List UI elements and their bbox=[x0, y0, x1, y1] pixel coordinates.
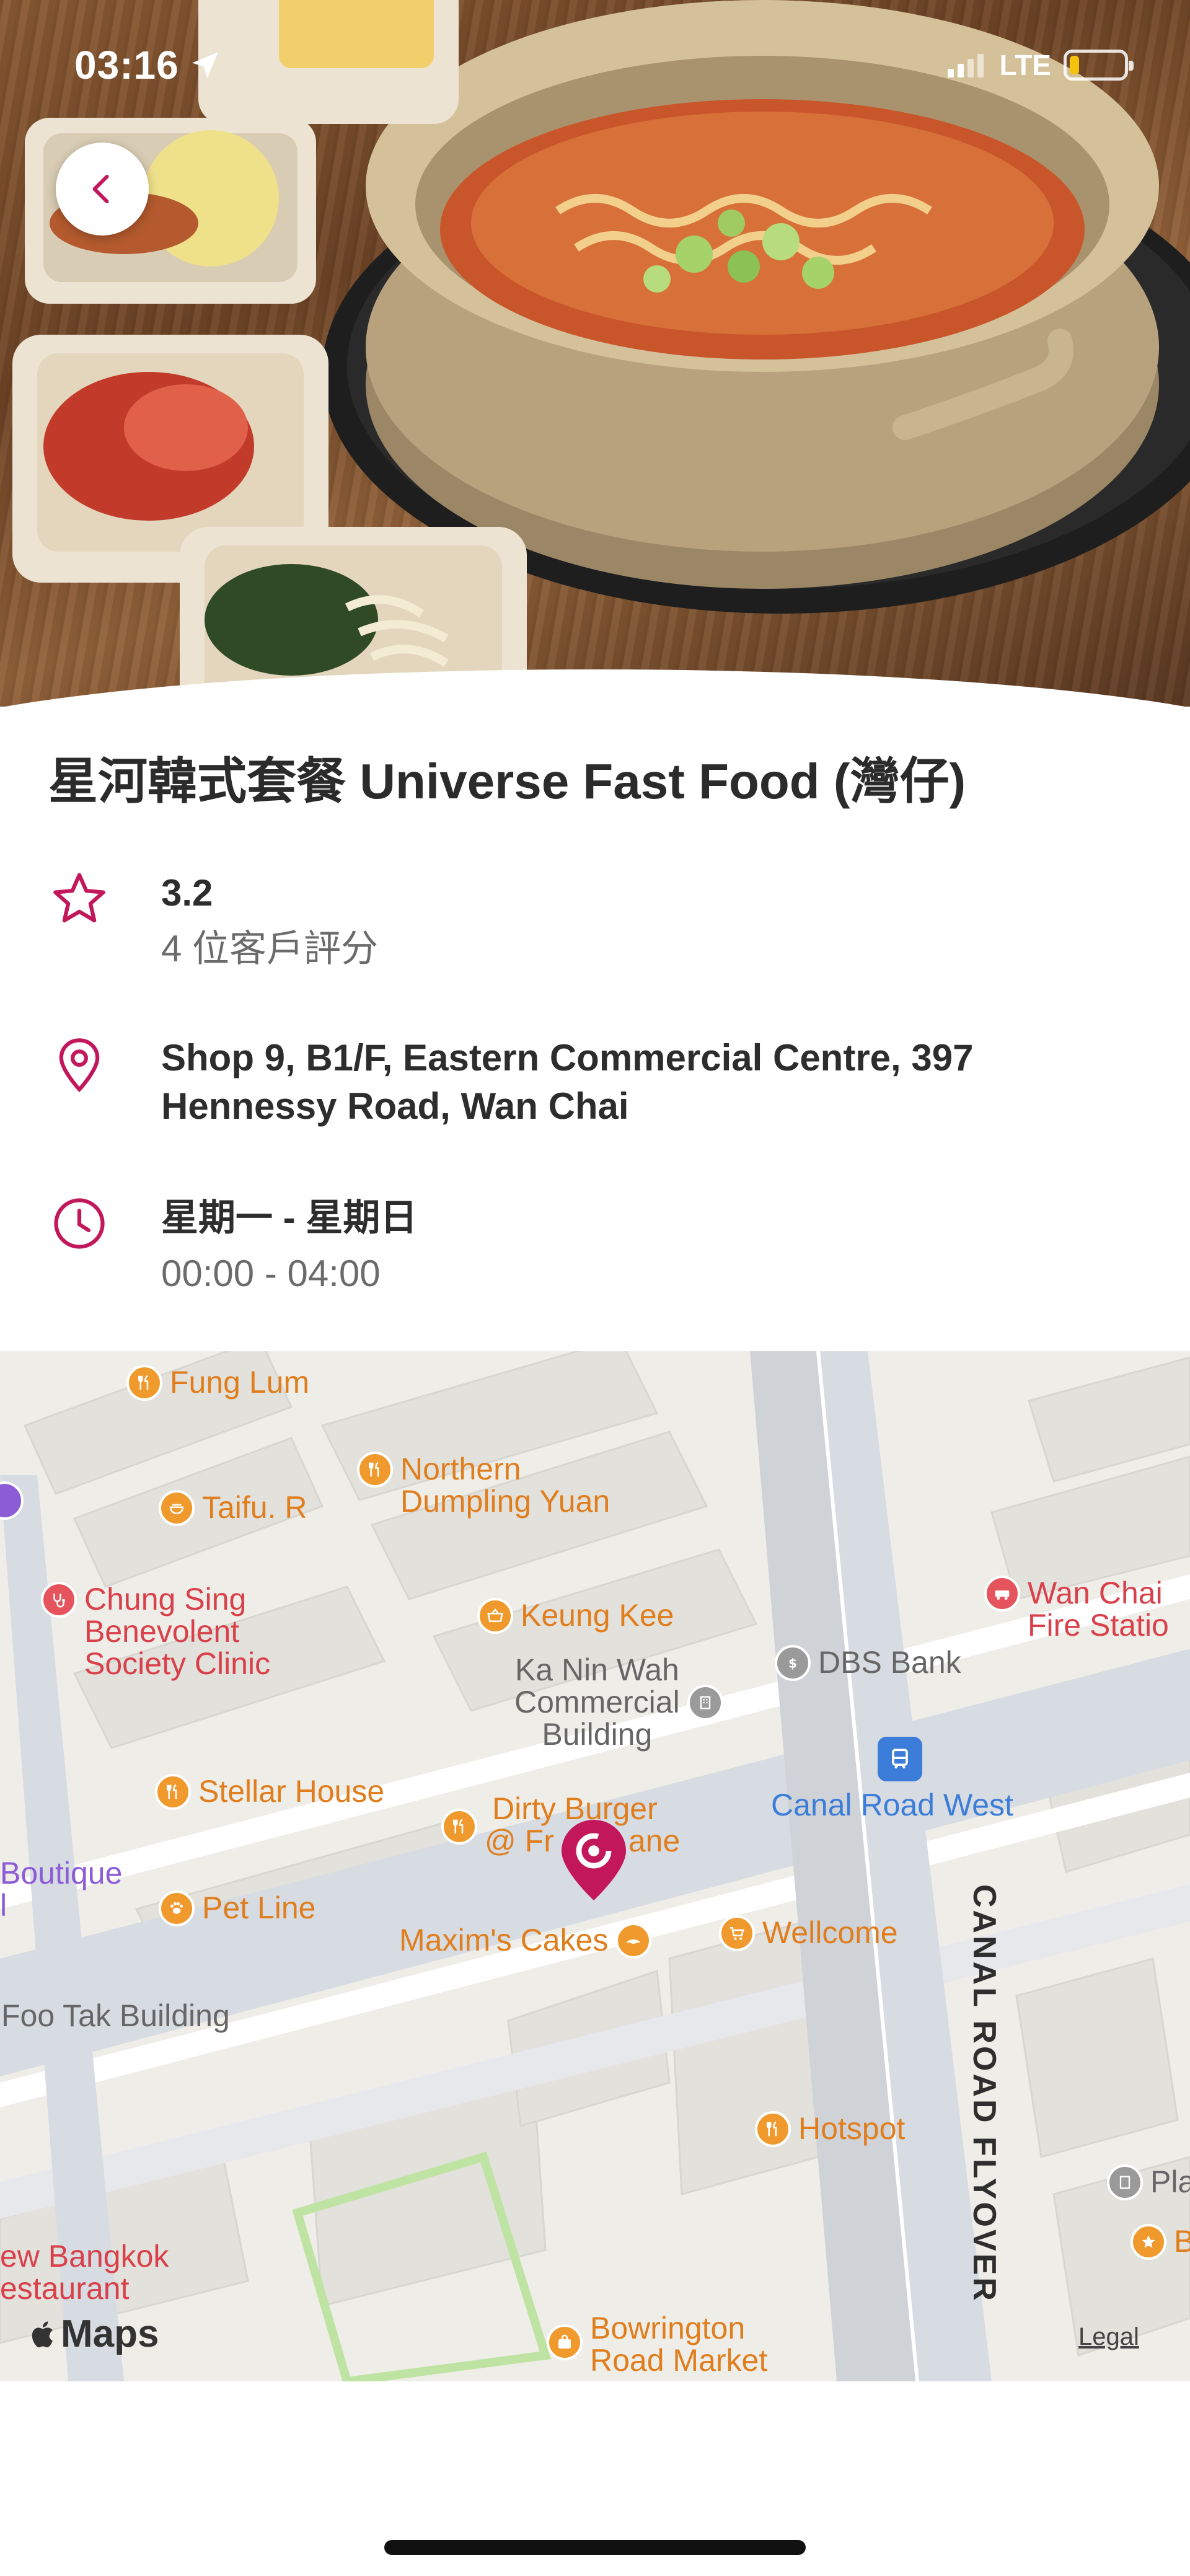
poi-pet-line[interactable]: Pet Line bbox=[159, 1890, 316, 1926]
network-type: LTE bbox=[999, 49, 1051, 81]
poi-stellar-house[interactable]: Stellar House bbox=[155, 1774, 385, 1810]
pet-paw-icon bbox=[159, 1890, 195, 1926]
poi-label: Hotspot bbox=[798, 2111, 906, 2146]
restaurant-fork-knife-icon bbox=[755, 2111, 791, 2147]
poi-label: Pet Line bbox=[202, 1890, 316, 1925]
status-bar-right: LTE bbox=[947, 37, 1134, 93]
poi-label: Commercial bbox=[514, 1685, 680, 1719]
star-place-icon bbox=[1130, 2224, 1166, 2260]
apple-maps-logo: Maps bbox=[29, 2312, 159, 2356]
poi-label: Canal Road West bbox=[771, 1788, 1013, 1822]
poi-label: Dumpling Yuan bbox=[400, 1484, 610, 1519]
poi-b-place[interactable]: B bbox=[1130, 2224, 1190, 2260]
poi-label: DBS Bank bbox=[818, 1645, 961, 1680]
poi-label: Building bbox=[542, 1717, 653, 1752]
poi-label: Road Market bbox=[590, 2343, 768, 2378]
stethoscope-icon bbox=[41, 1582, 77, 1618]
back-button[interactable] bbox=[56, 143, 149, 236]
poi-label: Stellar House bbox=[198, 1774, 385, 1809]
poi-label: Society Clinic bbox=[84, 1646, 271, 1681]
tram-stop-icon bbox=[878, 1737, 922, 1781]
poi-northern-dumpling-yuan[interactable]: Northern Dumpling Yuan bbox=[357, 1452, 610, 1519]
building-icon bbox=[1107, 2164, 1143, 2200]
location-arrow-icon bbox=[192, 52, 218, 78]
restaurant-fork-knife-icon bbox=[126, 1365, 162, 1401]
poi-foo-tak-building[interactable]: Foo Tak Building bbox=[1, 2000, 230, 2032]
poi-label: Pla bbox=[1150, 2164, 1190, 2199]
signal-bars-icon bbox=[947, 54, 984, 77]
poi-label: B bbox=[1174, 2224, 1190, 2259]
poi-label: Bowrington bbox=[590, 2311, 746, 2345]
status-bar-time: 03:16 bbox=[74, 37, 223, 93]
poi-label: Fire Statio bbox=[1028, 1608, 1169, 1643]
poi-pla-building[interactable]: Pla bbox=[1107, 2164, 1190, 2200]
poi-label: ew Bangkok bbox=[0, 2239, 169, 2274]
poi-label: @ Fr bbox=[485, 1824, 554, 1858]
clock-icon bbox=[54, 1198, 105, 1249]
restaurant-hero-photo bbox=[0, 0, 1190, 707]
poi-label: estaurant bbox=[0, 2271, 130, 2306]
road-label-canal-road-flyover: CANAL ROAD FLYOVER bbox=[966, 1884, 1002, 2303]
map-view[interactable]: Fung Lum Northern Dumpling Yuan Taifu. R … bbox=[0, 1351, 1190, 2381]
maps-logo-text: Maps bbox=[61, 2313, 159, 2355]
address-line-2: Hennessy Road, Wan Chai bbox=[161, 1085, 629, 1127]
home-indicator[interactable] bbox=[384, 2540, 806, 2555]
poi-label: Fung Lum bbox=[170, 1365, 310, 1400]
poi-canal-road-west-tram[interactable]: Canal Road West bbox=[771, 1789, 1013, 1821]
poi-boutique[interactable]: Boutique l bbox=[0, 1857, 122, 1921]
poi-label: Benevolent bbox=[84, 1614, 240, 1649]
poi-taifu[interactable]: Taifu. R bbox=[159, 1490, 307, 1526]
poi-fung-lum[interactable]: Fung Lum bbox=[126, 1365, 310, 1401]
restaurant-location-pin-icon[interactable] bbox=[559, 1817, 628, 1904]
star-outline-icon bbox=[53, 873, 105, 923]
building-icon bbox=[687, 1685, 723, 1721]
poi-dbs-bank[interactable]: $ DBS Bank bbox=[775, 1645, 961, 1681]
poi-maxims-cakes[interactable]: Maxim's Cakes bbox=[399, 1923, 652, 1959]
poi-wan-chai-fire-station[interactable]: Wan Chai Fire Statio bbox=[984, 1576, 1169, 1643]
poi-label: l bbox=[0, 1888, 7, 1923]
rating-value: 3.2 bbox=[161, 872, 213, 914]
food-photo-illustration bbox=[12, 0, 1190, 707]
poi-keung-kee[interactable]: Keung Kee bbox=[477, 1598, 674, 1634]
restaurant-fork-knife-icon bbox=[357, 1452, 393, 1488]
poi-label: Maxim's Cakes bbox=[399, 1923, 609, 1957]
restaurant-name: 星河韓式套餐 Universe Fast Food (灣仔) bbox=[48, 754, 966, 809]
poi-label: Wan Chai bbox=[1028, 1576, 1163, 1610]
address-line-1: Shop 9, B1/F, Eastern Commercial Centre,… bbox=[161, 1037, 974, 1078]
poi-label: Keung Kee bbox=[521, 1598, 674, 1633]
battery-icon bbox=[1064, 50, 1134, 81]
poi-label: Wellcome bbox=[762, 1915, 898, 1950]
poi-hotspot[interactable]: Hotspot bbox=[755, 2111, 906, 2147]
restaurant-fork-knife-icon bbox=[155, 1774, 191, 1810]
rating-count: 4 位客戶評分 bbox=[161, 928, 379, 969]
chevron-left-icon bbox=[92, 175, 109, 203]
poi-label: Northern bbox=[400, 1452, 521, 1486]
status-time-text: 03:16 bbox=[74, 43, 179, 87]
shopping-bag-icon bbox=[547, 2324, 583, 2360]
apple-logo-icon bbox=[32, 2321, 53, 2347]
poi-label: Boutique bbox=[0, 1856, 123, 1890]
poi-bowrington-road-market[interactable]: Bowrington Road Market bbox=[547, 2312, 767, 2376]
poi-label: Ka Nin Wah bbox=[514, 1652, 679, 1687]
shopping-basket-icon bbox=[477, 1598, 513, 1634]
poi-new-bangkok-restaurant[interactable]: ew Bangkok estaurant bbox=[0, 2240, 169, 2305]
bank-dollar-icon: $ bbox=[775, 1645, 811, 1681]
hours-time: 00:00 - 04:00 bbox=[161, 1253, 381, 1294]
hours-days: 星期一 - 星期日 bbox=[161, 1197, 418, 1238]
poi-label: Chung Sing bbox=[84, 1582, 247, 1617]
poi-ka-nin-wah-building[interactable]: Ka Nin Wah Commercial Building bbox=[514, 1654, 723, 1750]
poi-label: ane bbox=[628, 1824, 681, 1858]
poi-label: Taifu. R bbox=[202, 1490, 307, 1525]
legal-link[interactable]: Legal bbox=[1078, 2323, 1139, 2351]
svg-text:$: $ bbox=[788, 1656, 797, 1671]
poi-chung-sing-clinic[interactable]: Chung Sing Benevolent Society Clinic bbox=[41, 1582, 271, 1681]
fire-truck-icon bbox=[984, 1576, 1020, 1612]
poi-wellcome[interactable]: Wellcome bbox=[719, 1915, 898, 1951]
poi-label: Foo Tak Building bbox=[1, 1998, 230, 2033]
shopping-cart-icon bbox=[719, 1915, 755, 1951]
noodle-bowl-icon bbox=[159, 1490, 195, 1526]
location-pin-icon bbox=[59, 1038, 100, 1093]
restaurant-fork-knife-icon bbox=[441, 1809, 477, 1845]
croissant-icon bbox=[615, 1923, 652, 1959]
